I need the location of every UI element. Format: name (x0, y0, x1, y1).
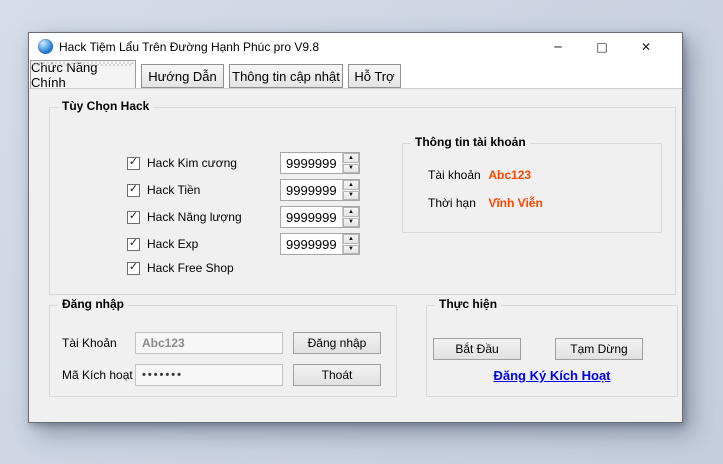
pause-button[interactable]: Tạm Dừng (555, 338, 643, 360)
spinner-tien: 9999999 ▲ ▼ (280, 179, 360, 201)
exit-button[interactable]: Thoát (293, 364, 381, 386)
spinner-buttons: ▲ ▼ (342, 234, 359, 254)
checkbox-hack-tien[interactable]: ✓ (127, 184, 140, 197)
tab-page-main: Tùy Chọn Hack ✓ Hack Kim cương ✓ Hack Ti… (29, 88, 682, 422)
activation-code-field[interactable] (135, 364, 283, 386)
close-button[interactable]: ✕ (624, 33, 668, 60)
group-hack-options: Tùy Chọn Hack ✓ Hack Kim cương ✓ Hack Ti… (49, 107, 676, 295)
spinner-value[interactable]: 9999999 (281, 207, 342, 227)
hack-option-row: ✓ Hack Tiền (127, 181, 200, 199)
checkbox-label: Hack Năng lượng (147, 210, 242, 224)
group-execute-title: Thực hiện (435, 297, 501, 311)
duration-label: Thời hạn (428, 196, 485, 210)
login-button[interactable]: Đăng nhập (293, 332, 381, 354)
maximize-button[interactable]: □ (580, 33, 624, 60)
hack-option-row: ✓ Hack Năng lượng (127, 208, 242, 226)
hack-option-row: ✓ Hack Exp (127, 235, 198, 253)
app-window: Hack Tiệm Lẩu Trên Đường Hạnh Phúc pro V… (28, 32, 683, 423)
username-field[interactable] (135, 332, 283, 354)
window-controls: ─ □ ✕ (536, 33, 668, 60)
duration-value: Vĩnh Viễn (488, 196, 542, 210)
hack-option-row: ✓ Hack Kim cương (127, 154, 237, 172)
minimize-button[interactable]: ─ (536, 33, 580, 60)
spinner-up-icon[interactable]: ▲ (343, 153, 359, 163)
account-row: Thời hạn Vĩnh Viễn (428, 196, 543, 212)
checkmark-icon: ✓ (129, 262, 138, 273)
tab-chuc-nang-chinh[interactable]: Chức Năng Chính (30, 60, 136, 88)
spinner-buttons: ▲ ▼ (342, 180, 359, 200)
group-hack-options-title: Tùy Chọn Hack (58, 99, 153, 113)
maximize-icon: □ (596, 41, 607, 53)
spinner-up-icon[interactable]: ▲ (343, 207, 359, 217)
spinner-up-icon[interactable]: ▲ (343, 234, 359, 244)
spinner-value[interactable]: 9999999 (281, 180, 342, 200)
checkmark-icon: ✓ (129, 157, 138, 168)
username-label: Tài Khoản (62, 336, 117, 350)
spinner-up-icon[interactable]: ▲ (343, 180, 359, 190)
activation-code-label: Mã Kích hoạt (62, 368, 133, 382)
group-login-title: Đăng nhập (58, 297, 128, 311)
minimize-icon: ─ (554, 41, 561, 53)
register-activation-link[interactable]: Đăng Ký Kích Hoạt (427, 368, 677, 383)
spinner-value[interactable]: 9999999 (281, 153, 342, 173)
tab-ho-tro[interactable]: Hỗ Trợ (348, 64, 401, 88)
app-globe-icon (38, 39, 53, 54)
checkbox-label: Hack Exp (147, 237, 198, 251)
account-label: Tài khoản (428, 168, 485, 182)
tab-huong-dan[interactable]: Hướng Dẫn (141, 64, 224, 88)
group-account-info: Thông tin tài khoản Tài khoản Abc123 Thờ… (402, 143, 662, 233)
start-button[interactable]: Bắt Đầu (433, 338, 521, 360)
spinner-nang-luong: 9999999 ▲ ▼ (280, 206, 360, 228)
spinner-value[interactable]: 9999999 (281, 234, 342, 254)
group-execute: Thực hiện Bắt Đầu Tạm Dừng Đăng Ký Kích … (426, 305, 678, 397)
checkmark-icon: ✓ (129, 211, 138, 222)
close-icon: ✕ (641, 41, 651, 53)
checkbox-label: Hack Tiền (147, 183, 200, 197)
checkbox-hack-nang-luong[interactable]: ✓ (127, 211, 140, 224)
title-bar[interactable]: Hack Tiệm Lẩu Trên Đường Hạnh Phúc pro V… (29, 33, 682, 60)
checkmark-icon: ✓ (129, 184, 138, 195)
group-account-info-title: Thông tin tài khoản (411, 135, 530, 149)
checkbox-hack-exp[interactable]: ✓ (127, 238, 140, 251)
account-row: Tài khoản Abc123 (428, 168, 531, 184)
tab-thong-tin-cap-nhat[interactable]: Thông tin cập nhật (229, 64, 343, 88)
hack-option-row: ✓ Hack Free Shop (127, 259, 234, 277)
checkbox-hack-free-shop[interactable]: ✓ (127, 262, 140, 275)
spinner-buttons: ▲ ▼ (342, 207, 359, 227)
spinner-down-icon[interactable]: ▼ (343, 191, 359, 201)
spinner-exp: 9999999 ▲ ▼ (280, 233, 360, 255)
window-title: Hack Tiệm Lẩu Trên Đường Hạnh Phúc pro V… (59, 40, 319, 54)
spinner-buttons: ▲ ▼ (342, 153, 359, 173)
checkbox-hack-kim-cuong[interactable]: ✓ (127, 157, 140, 170)
checkbox-label: Hack Kim cương (147, 156, 237, 170)
checkbox-label: Hack Free Shop (147, 261, 234, 275)
spinner-down-icon[interactable]: ▼ (343, 218, 359, 228)
checkmark-icon: ✓ (129, 238, 138, 249)
account-value: Abc123 (488, 168, 531, 182)
tab-bar: Chức Năng Chính Hướng Dẫn Thông tin cập … (29, 60, 682, 88)
spinner-down-icon[interactable]: ▼ (343, 245, 359, 255)
group-login: Đăng nhập Tài Khoản Đăng nhập Mã Kích ho… (49, 305, 397, 397)
spinner-down-icon[interactable]: ▼ (343, 164, 359, 174)
spinner-kim-cuong: 9999999 ▲ ▼ (280, 152, 360, 174)
